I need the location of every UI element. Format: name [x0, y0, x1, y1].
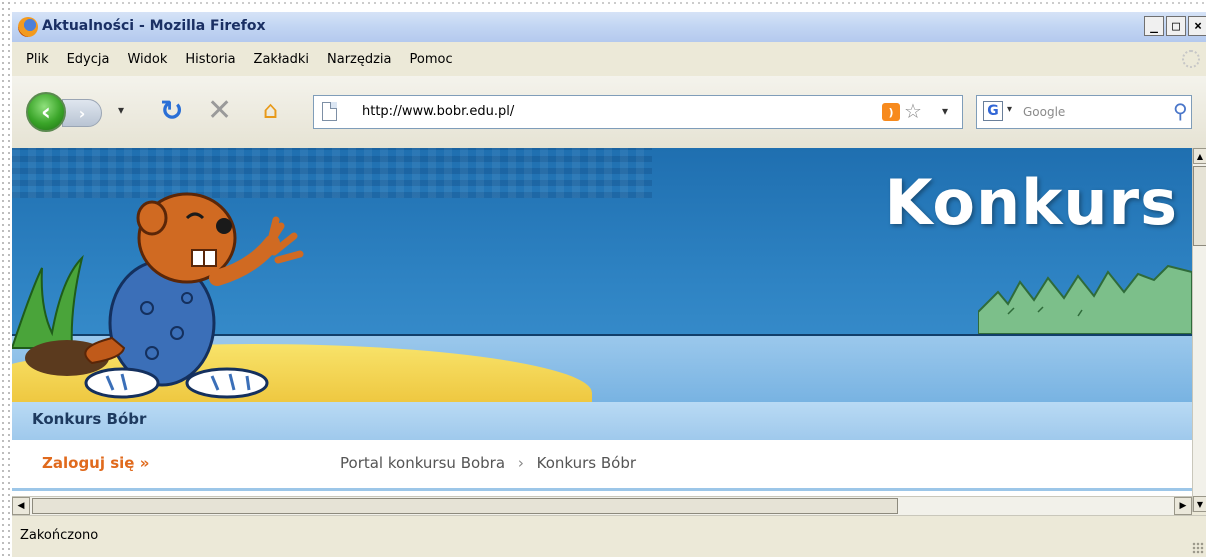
maximize-button[interactable]: □ — [1166, 16, 1186, 36]
url-text[interactable]: http://www.bobr.edu.pl/ — [362, 104, 514, 119]
minimize-button[interactable]: _ — [1144, 16, 1164, 36]
vertical-scrollbar[interactable]: ▲ ▼ — [1192, 148, 1206, 512]
url-dropdown-icon[interactable]: ▾ — [942, 104, 948, 118]
forward-arrow-icon: › — [78, 103, 86, 123]
scroll-left-arrow-icon[interactable]: ◀ — [12, 497, 30, 515]
throbber-icon — [1182, 50, 1200, 68]
menu-bar: Plik Edycja Widok Historia Zakładki Narz… — [12, 42, 1206, 76]
firefox-logo-icon — [18, 17, 38, 37]
menu-file[interactable]: Plik — [26, 52, 49, 67]
menu-view[interactable]: Widok — [127, 52, 167, 67]
browser-window: Aktualności - Mozilla Firefox _ □ × Plik… — [12, 12, 1206, 557]
resize-grip-icon[interactable] — [1192, 542, 1204, 554]
stop-icon[interactable]: ✕ — [207, 93, 232, 128]
login-divider — [12, 488, 322, 491]
forest-island-illustration — [978, 264, 1192, 334]
scroll-right-arrow-icon[interactable]: ▶ — [1174, 497, 1192, 515]
beaver-mascot-illustration — [12, 192, 304, 399]
page-background-top — [0, 0, 1206, 8]
site-nav-strip: Konkurs Bóbr — [12, 402, 1192, 440]
navigation-toolbar: › ‹ ▾ ↻ ✕ ⌂ http://www.bobr.edu.pl/ ) ☆ … — [12, 76, 1206, 149]
scroll-up-arrow-icon[interactable]: ▲ — [1193, 148, 1206, 164]
search-bar[interactable]: G ▾ Google ⚲ — [976, 95, 1192, 129]
bookmark-star-icon[interactable]: ☆ — [904, 99, 922, 123]
horizontal-scrollbar[interactable]: ◀ ▶ — [12, 496, 1192, 515]
breadcrumb-portal-link[interactable]: Portal konkursu Bobra — [340, 454, 505, 472]
window-title: Aktualności - Mozilla Firefox — [42, 18, 266, 34]
page-content: Konkurs Konkurs Bóbr Zaloguj się » Porta… — [12, 148, 1192, 512]
vertical-scroll-thumb[interactable] — [1193, 166, 1206, 246]
login-panel: Zaloguj się » — [12, 440, 322, 492]
banner-title: Konkurs — [884, 166, 1178, 239]
page-background-left — [0, 0, 10, 557]
breadcrumb-separator: › — [517, 454, 524, 472]
breadcrumb: Portal konkursu Bobra › Konkurs Bóbr — [340, 454, 636, 472]
scroll-down-arrow-icon[interactable]: ▼ — [1193, 496, 1206, 512]
content-divider — [322, 488, 1192, 491]
back-button[interactable]: ‹ — [26, 92, 66, 132]
menu-bookmarks[interactable]: Zakładki — [254, 52, 309, 67]
history-dropdown-icon[interactable]: ▾ — [118, 103, 124, 117]
close-button[interactable]: × — [1188, 16, 1206, 36]
menu-help[interactable]: Pomoc — [410, 52, 453, 67]
forward-button[interactable]: › — [62, 99, 102, 127]
site-banner: Konkurs — [12, 148, 1192, 402]
site-name-link[interactable]: Konkurs Bóbr — [32, 410, 146, 428]
title-bar: Aktualności - Mozilla Firefox _ □ × — [12, 12, 1206, 43]
status-bar: Zakończono — [12, 515, 1206, 557]
reload-icon[interactable]: ↻ — [160, 94, 183, 127]
menu-history[interactable]: Historia — [185, 52, 235, 67]
horizontal-scroll-thumb[interactable] — [32, 498, 898, 514]
search-go-icon[interactable]: ⚲ — [1173, 99, 1188, 123]
menu-edit[interactable]: Edycja — [67, 52, 110, 67]
status-text: Zakończono — [20, 528, 99, 543]
breadcrumb-current: Konkurs Bóbr — [536, 454, 637, 472]
page-icon — [322, 102, 337, 121]
rss-feed-icon[interactable]: ) — [882, 103, 900, 121]
search-engine-icon[interactable]: G — [983, 101, 1003, 121]
search-input[interactable]: Google — [1023, 105, 1065, 119]
login-link[interactable]: Zaloguj się » — [42, 454, 149, 472]
window-controls: _ □ × — [1144, 16, 1206, 36]
search-engine-dropdown-icon[interactable]: ▾ — [1007, 104, 1012, 115]
menu-tools[interactable]: Narzędzia — [327, 52, 392, 67]
url-bar[interactable]: http://www.bobr.edu.pl/ ) ☆ ▾ — [313, 95, 963, 129]
back-arrow-icon: ‹ — [41, 98, 51, 126]
home-icon[interactable]: ⌂ — [263, 96, 278, 124]
